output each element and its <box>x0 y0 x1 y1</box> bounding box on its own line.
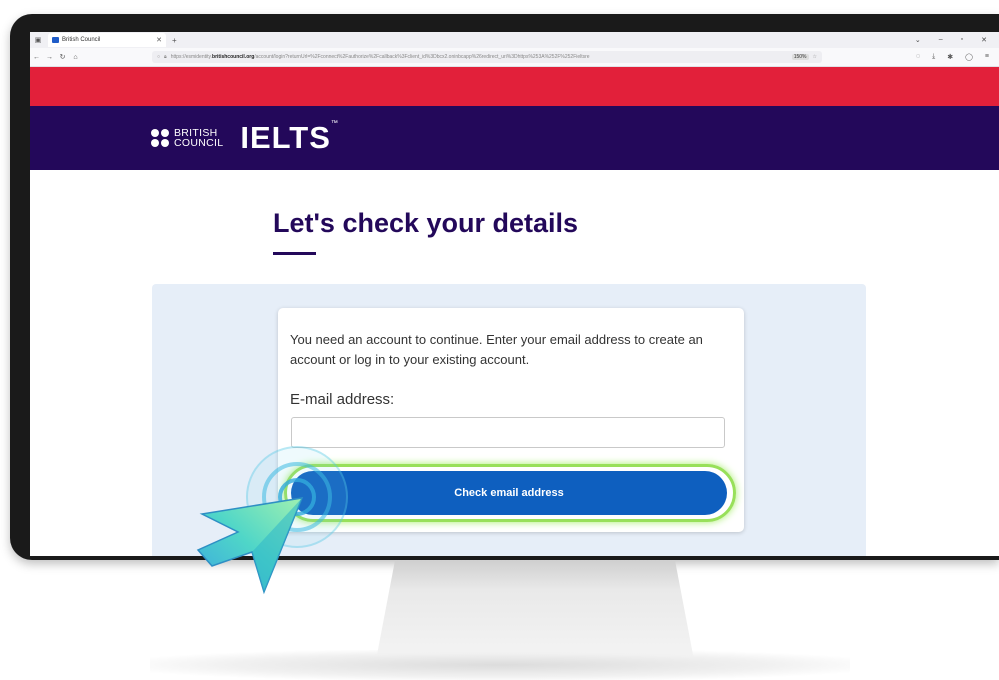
wordmark-line-2: COUNCIL <box>174 137 224 149</box>
ielts-logo: IELTS™ <box>240 120 339 156</box>
monitor-base-shadow <box>150 650 850 680</box>
tab-overflow-icon[interactable]: ⌄ <box>915 36 921 44</box>
url-prefix: https://esmidentity. <box>170 54 213 60</box>
close-window-icon[interactable]: ✕ <box>981 36 987 44</box>
forward-icon[interactable]: → <box>43 54 56 61</box>
zoom-level[interactable]: 150% <box>791 54 809 60</box>
browser-tab[interactable]: British Council ✕ <box>48 33 166 47</box>
shield-icon: ○ <box>157 54 161 60</box>
british-council-wordmark: BRITISH COUNCIL <box>174 128 224 149</box>
url-host: britishcouncil.org <box>212 54 255 60</box>
tab-bar: ▣ British Council ✕ + ⌄ – ▫ ✕ <box>30 32 999 48</box>
browser-screen: ▣ British Council ✕ + ⌄ – ▫ ✕ ← → ↻ ⌂ ○ … <box>30 32 999 556</box>
home-icon[interactable]: ⌂ <box>69 54 82 61</box>
intro-text: You need an account to continue. Enter y… <box>290 332 703 367</box>
url-path: /account/login?returnUrl=%2Fconnect%2Fau… <box>254 54 590 60</box>
top-red-banner <box>30 67 999 106</box>
new-tab-icon[interactable]: + <box>172 36 177 45</box>
email-input[interactable] <box>291 417 725 448</box>
navigation-bar: ← → ↻ ⌂ ○ 🔒︎ https://esmidentity.british… <box>30 48 999 67</box>
cursor-arrow-icon <box>196 497 304 595</box>
trademark-symbol: ™ <box>330 120 339 127</box>
british-council-logo[interactable]: BRITISH COUNCIL IELTS™ <box>151 120 339 156</box>
url-text: https://esmidentity.britishcouncil.org/a… <box>171 54 590 60</box>
minimize-icon[interactable]: – <box>939 36 943 44</box>
favicon-icon <box>52 37 59 43</box>
back-icon[interactable]: ← <box>30 54 43 61</box>
site-header: BRITISH COUNCIL IELTS™ <box>30 106 999 170</box>
monitor-stand <box>376 560 694 660</box>
email-label: E-mail address: <box>290 391 395 408</box>
tab-list-icon[interactable]: ▣ <box>30 36 46 44</box>
monitor-frame: ▣ British Council ✕ + ⌄ – ▫ ✕ ← → ↻ ⌂ ○ … <box>10 14 999 560</box>
account-icon[interactable]: ◯ <box>965 53 973 61</box>
extensions-icon[interactable]: ✱ <box>947 53 953 61</box>
window-controls: ⌄ – ▫ ✕ <box>915 36 999 44</box>
bookmark-star-icon[interactable]: ☆ <box>813 54 817 60</box>
download-icon[interactable]: ⤓ <box>932 53 935 61</box>
address-bar[interactable]: ○ 🔒︎ https://esmidentity.britishcouncil.… <box>152 51 822 63</box>
close-tab-icon[interactable]: ✕ <box>156 36 162 44</box>
page-title: Let's check your details <box>273 208 579 238</box>
menu-icon[interactable]: ≡ <box>985 53 989 61</box>
check-email-button[interactable]: Check email address <box>291 471 727 515</box>
tab-title: British Council <box>62 37 101 43</box>
pocket-icon[interactable]: ◌ <box>916 53 920 61</box>
british-council-dots-icon <box>151 129 169 147</box>
maximize-icon[interactable]: ▫ <box>961 36 963 44</box>
title-underline <box>273 252 316 255</box>
toolbar-icons: ◌ ⤓ ✱ ◯ ≡ <box>916 53 999 61</box>
lock-icon: 🔒︎ <box>164 54 167 60</box>
ielts-text: IELTS <box>240 120 331 155</box>
reload-icon[interactable]: ↻ <box>56 53 69 61</box>
